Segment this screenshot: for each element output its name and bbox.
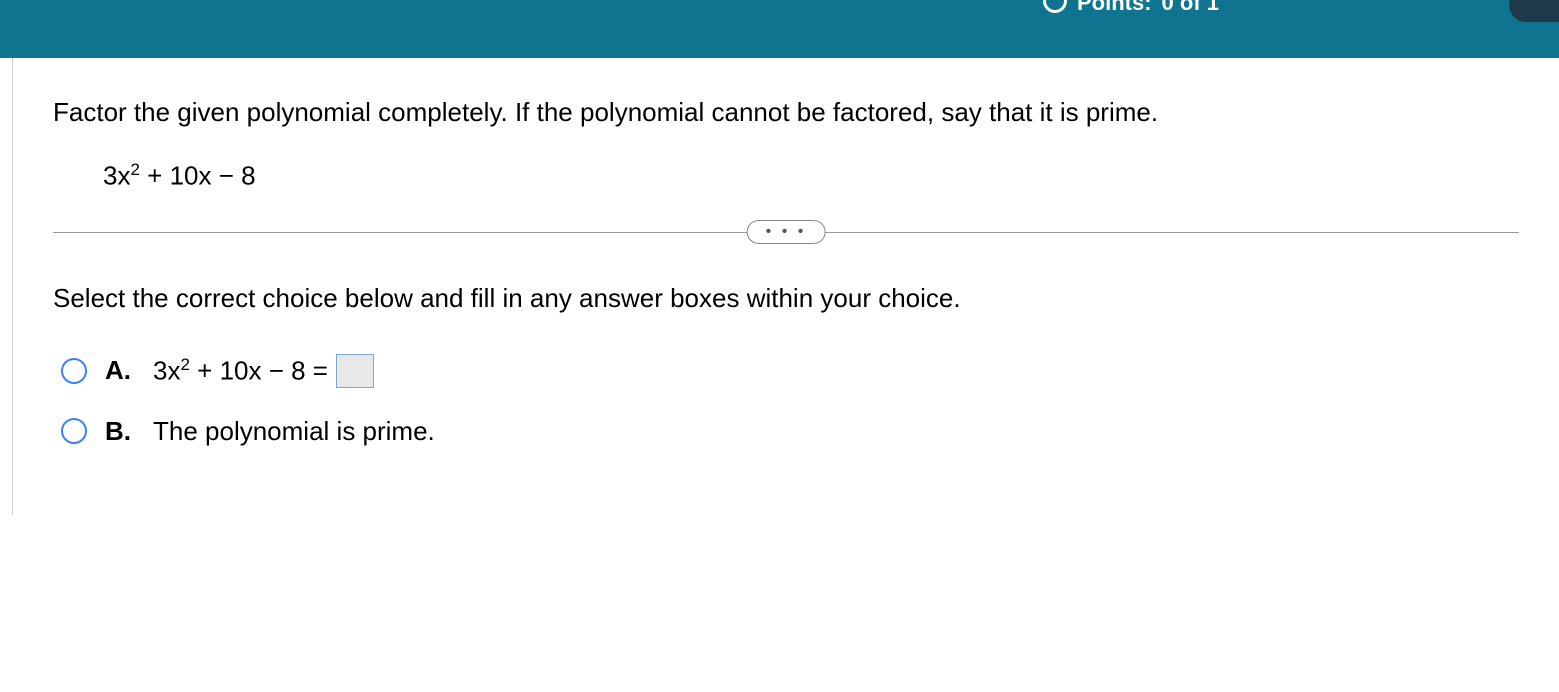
- ellipsis-button[interactable]: • • •: [747, 220, 826, 244]
- header-bar: Points: 0 of 1: [0, 0, 1559, 58]
- choice-a-exponent: 2: [180, 355, 189, 374]
- poly-exponent: 2: [130, 160, 139, 179]
- content-area: Factor the given polynomial completely. …: [12, 58, 1559, 515]
- choice-a-label: A.: [105, 355, 135, 386]
- points-label: Points:: [1077, 0, 1152, 16]
- question-prompt: Factor the given polynomial completely. …: [53, 93, 1519, 132]
- instruction-text: Select the correct choice below and fill…: [53, 283, 1519, 314]
- poly-base: 3x: [103, 161, 130, 191]
- points-value: 0 of 1: [1162, 0, 1219, 16]
- choice-a-rest: + 10x − 8 =: [190, 355, 328, 385]
- answer-input-a[interactable]: [336, 354, 374, 388]
- radio-b[interactable]: [61, 418, 87, 444]
- choice-b-row: B. The polynomial is prime.: [53, 416, 1519, 447]
- choice-a-row: A. 3x2 + 10x − 8 =: [53, 354, 1519, 388]
- header-pill-icon[interactable]: [1509, 0, 1559, 22]
- choice-b-label: B.: [105, 416, 135, 447]
- radio-a[interactable]: [61, 358, 87, 384]
- poly-rest: + 10x − 8: [140, 161, 256, 191]
- choice-a-content: 3x2 + 10x − 8 =: [153, 354, 374, 388]
- divider: • • •: [53, 232, 1519, 233]
- points-status-icon: [1043, 0, 1067, 13]
- polynomial-expression: 3x2 + 10x − 8: [103, 160, 1519, 192]
- points-container: Points: 0 of 1: [1043, 0, 1219, 16]
- choice-b-content: The polynomial is prime.: [153, 416, 435, 447]
- choice-a-base: 3x: [153, 355, 180, 385]
